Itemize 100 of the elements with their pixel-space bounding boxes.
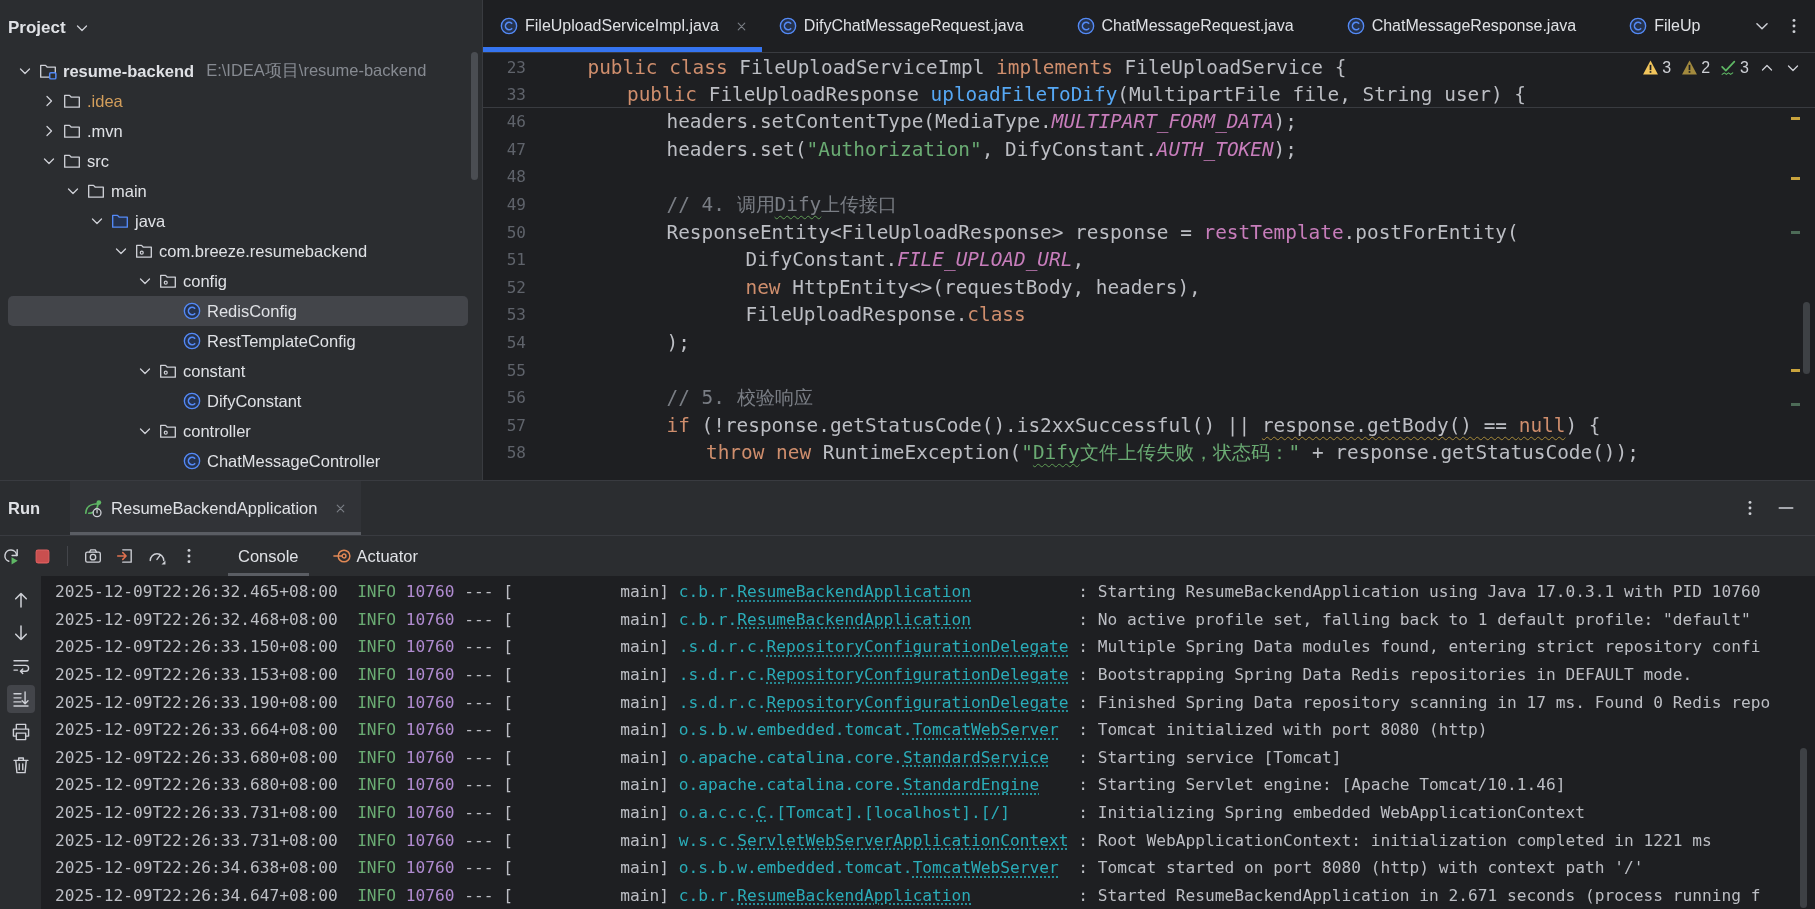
process-id: 10760	[405, 803, 455, 823]
log-separator: ---	[464, 720, 494, 740]
scrollbar-thumb[interactable]	[471, 52, 478, 180]
tree-item[interactable]: java	[8, 206, 468, 236]
log-level: INFO	[357, 609, 397, 629]
logger-link[interactable]: c.b.r.ResumeBackendApplication	[678, 609, 972, 629]
line-number: 48	[505, 167, 526, 187]
camera-icon[interactable]	[84, 547, 102, 565]
class-icon	[1629, 17, 1648, 35]
tree-item[interactable]: constant	[8, 356, 468, 386]
editor-tab[interactable]: FileUp	[1612, 0, 1737, 52]
log-timestamp: 2025-12-09T22:26:32.465+08:00	[55, 582, 338, 602]
tree-item[interactable]: ChatMessageController	[8, 446, 468, 476]
tree-item[interactable]: main	[8, 176, 468, 206]
tree-item[interactable]: RestTemplateConfig	[8, 326, 468, 356]
code-line: headers.setContentType(MediaType.MULTIPART_FORM_DATA);	[666, 110, 1297, 134]
log-timestamp: 2025-12-09T22:26:33.731+08:00	[55, 830, 338, 850]
logger-link[interactable]: c.b.r.ResumeBackendApplication	[678, 885, 972, 905]
rerun-icon[interactable]	[2, 547, 20, 565]
log-timestamp: 2025-12-09T22:26:32.468+08:00	[55, 609, 338, 629]
code-line: // 4. 调用Dify上传接口	[666, 192, 898, 219]
logger-link[interactable]: o.apache.catalina.core.StandardService	[678, 747, 1050, 767]
tree-item[interactable]: .idea	[8, 86, 468, 116]
thread-name: [ main]	[503, 637, 669, 657]
tree-item[interactable]: config	[8, 266, 468, 296]
tree-item[interactable]: com.breeze.resumebackend	[8, 236, 468, 266]
code-line: public class FileUploadServiceImpl implements FileUploadService {	[587, 56, 1347, 79]
log-message: : Started ResumeBackendApplication in 2.671 seconds (process running f	[1078, 885, 1761, 905]
process-id: 10760	[405, 885, 455, 905]
view-tab[interactable]: Console	[228, 536, 309, 576]
tree-item[interactable]: DifyConstant	[8, 386, 468, 416]
tree-item[interactable]: src	[8, 146, 468, 176]
logger-link[interactable]: o.s.b.w.embedded.tomcat.TomcatWebServer	[678, 858, 1059, 878]
log-separator: ---	[464, 858, 494, 878]
class-icon	[183, 392, 201, 410]
logger-link[interactable]: w.s.c.ServletWebServerApplicationContext	[678, 830, 1069, 850]
code-line: new HttpEntity<>(requestBody, headers),	[745, 275, 1201, 299]
logger-link[interactable]: .s.d.r.c.RepositoryConfigurationDelegate	[678, 692, 1069, 712]
log-level: INFO	[357, 885, 397, 905]
tree-item[interactable]: resume-backend E:\IDEA项目\resume-backend	[8, 56, 468, 86]
logger-link[interactable]: o.s.b.w.embedded.tomcat.TomcatWebServer	[678, 720, 1059, 740]
scroll-to-end-icon[interactable]	[6, 685, 35, 713]
package-icon	[159, 362, 177, 380]
stop-icon[interactable]	[34, 547, 51, 565]
logger-link[interactable]: o.apache.catalina.core.StandardEngine	[678, 775, 1040, 795]
target-icon	[332, 547, 351, 565]
code-line: ResponseEntity<FileUploadResponse> response = restTemplate.postForEntity(	[666, 220, 1519, 244]
log-message: : Bootstrapping Spring Data Redis repositories in DEFAULT mode.	[1078, 665, 1693, 685]
tree-item[interactable]: RedisConfig	[8, 296, 468, 326]
line-number: 33	[505, 85, 526, 104]
log-level: INFO	[357, 775, 397, 795]
tree-item[interactable]: controller	[8, 416, 468, 446]
warning-icon	[1681, 59, 1699, 76]
log-separator: ---	[464, 775, 494, 795]
project-path: E:\IDEA项目\resume-backend	[206, 60, 427, 81]
log-level: INFO	[357, 858, 397, 878]
log-level: INFO	[357, 830, 397, 850]
scrollbar-thumb[interactable]	[1803, 302, 1810, 374]
log-message: : Finished Spring Data repository scanning in 17 ms. Found 0 Redis repo	[1078, 692, 1771, 712]
panel-title[interactable]: Project	[8, 18, 68, 38]
line-number: 52	[505, 277, 526, 297]
inspection-counter[interactable]: 2	[1681, 58, 1711, 77]
process-id: 10760	[405, 830, 455, 850]
line-number: 56	[505, 388, 526, 408]
line-number: 50	[505, 222, 526, 242]
line-number: 47	[505, 139, 526, 159]
log-separator: ---	[464, 582, 494, 602]
exit-icon[interactable]	[116, 547, 134, 565]
logger-link[interactable]: c.b.r.ResumeBackendApplication	[678, 582, 972, 602]
code-line: FileUploadResponse.class	[745, 303, 1026, 327]
editor-tab[interactable]: FileUploadServiceImpl.java	[483, 0, 762, 52]
line-number: 46	[505, 112, 526, 132]
scrollbar-thumb[interactable]	[1800, 748, 1807, 908]
logger-link[interactable]: o.a.c.c.C.[Tomcat].[localhost].[/]	[678, 803, 1011, 823]
thread-name: [ main]	[503, 692, 669, 712]
inspection-counter[interactable]: 3	[1720, 58, 1749, 77]
thread-name: [ main]	[503, 665, 669, 685]
log-separator: ---	[464, 885, 494, 905]
inspection-counter[interactable]: 3	[1642, 58, 1672, 77]
log-level: INFO	[357, 582, 397, 602]
run-tab[interactable]: ResumeBackendApplication	[70, 481, 362, 535]
tree-item[interactable]: .mvn	[8, 116, 468, 146]
view-tab[interactable]: Actuator	[322, 536, 428, 576]
log-level: INFO	[357, 665, 397, 685]
editor-tab[interactable]: DifyChatMessageRequest.java	[761, 0, 1060, 52]
log-message: : Starting service [Tomcat]	[1078, 747, 1342, 767]
editor-tab[interactable]: ChatMessageRequest.java	[1059, 0, 1330, 52]
class-icon	[1346, 17, 1365, 35]
log-message: : Root WebApplicationContext: initialization completed in 1221 ms	[1078, 830, 1712, 850]
folder-icon	[63, 92, 81, 110]
process-id: 10760	[405, 858, 455, 878]
thread-name: [ main]	[503, 720, 669, 740]
logger-link[interactable]: .s.d.r.c.RepositoryConfigurationDelegate	[678, 637, 1069, 657]
editor-tab[interactable]: ChatMessageResponse.java	[1329, 0, 1613, 52]
class-icon	[183, 332, 201, 350]
log-message: : Tomcat initialized with port 8080 (http)	[1078, 720, 1488, 740]
log-separator: ---	[464, 665, 494, 685]
log-separator: ---	[464, 830, 494, 850]
code-line: );	[666, 331, 690, 355]
logger-link[interactable]: .s.d.r.c.RepositoryConfigurationDelegate	[678, 665, 1069, 685]
